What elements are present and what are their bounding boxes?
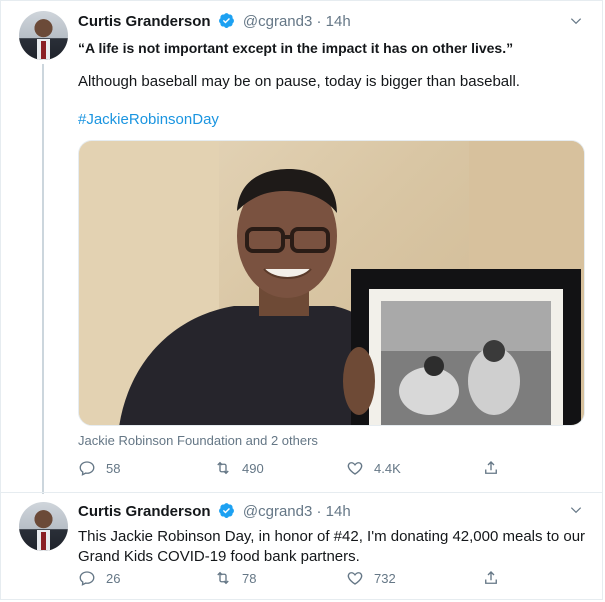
hashtag-link[interactable]: #JackieRobinsonDay: [78, 110, 588, 130]
tweet-actions: 26 78 732: [78, 569, 508, 591]
share-button[interactable]: [482, 459, 510, 477]
share-button[interactable]: [482, 569, 510, 587]
like-button[interactable]: 732: [346, 569, 396, 587]
share-icon: [485, 571, 497, 584]
author-name[interactable]: Curtis Granderson: [78, 503, 211, 520]
reply-count: 58: [106, 460, 121, 476]
retweet-count: 490: [242, 460, 264, 476]
tweet-actions: 58 490 4.4K: [78, 459, 508, 481]
like-icon: [347, 462, 363, 475]
author-name[interactable]: Curtis Granderson: [78, 13, 211, 30]
tweet-text: This Jackie Robinson Day, in honor of #4…: [78, 528, 586, 565]
media-tagged-users[interactable]: Jackie Robinson Foundation and 2 others: [78, 433, 318, 448]
like-button[interactable]: 4.4K: [346, 459, 401, 477]
tweet-header: Curtis Granderson @cgrand3 · 14h: [78, 12, 351, 30]
tweet-timestamp[interactable]: 14h: [326, 13, 351, 30]
tweet-timestamp[interactable]: 14h: [326, 503, 351, 520]
avatar-tie: [41, 532, 46, 550]
chevron-down-icon[interactable]: [569, 503, 583, 517]
reply-count: 26: [106, 570, 121, 586]
retweet-count: 78: [242, 570, 257, 586]
retweet-button[interactable]: 78: [214, 569, 256, 587]
tweet-header: Curtis Granderson @cgrand3 · 14h: [78, 502, 351, 520]
verified-badge-icon: [218, 13, 234, 28]
like-count: 732: [374, 570, 396, 586]
reply-button[interactable]: 58: [78, 459, 120, 477]
avatar-tie: [41, 41, 46, 59]
chevron-down-icon[interactable]: [569, 14, 583, 28]
like-count: 4.4K: [374, 460, 401, 476]
separator-dot: ·: [316, 13, 322, 30]
like-icon: [347, 572, 363, 585]
reply-button[interactable]: 26: [78, 569, 120, 587]
separator-dot: ·: [316, 503, 322, 520]
tweet-text: Although baseball may be on pause, today…: [78, 73, 520, 90]
author-handle[interactable]: @cgrand3: [243, 503, 312, 520]
verified-badge-icon: [218, 503, 234, 518]
reply-icon: [79, 571, 95, 586]
author-handle[interactable]: @cgrand3: [243, 13, 312, 30]
retweet-icon: [217, 461, 229, 475]
tweet-2[interactable]: Curtis Granderson @cgrand3 · 14h This Ja…: [0, 492, 603, 601]
thread-line: [42, 64, 44, 494]
share-icon: [485, 461, 497, 474]
retweet-button[interactable]: 490: [214, 459, 264, 477]
tweet-photo[interactable]: [78, 140, 585, 426]
avatar[interactable]: [19, 11, 68, 60]
photo-illustration: [79, 141, 584, 425]
retweet-icon: [217, 571, 229, 585]
avatar[interactable]: [19, 502, 68, 551]
reply-icon: [79, 461, 95, 476]
tweet-quote: “A life is not important except in the i…: [78, 40, 514, 56]
tweet-1[interactable]: Curtis Granderson @cgrand3 · 14h “A life…: [0, 0, 603, 494]
